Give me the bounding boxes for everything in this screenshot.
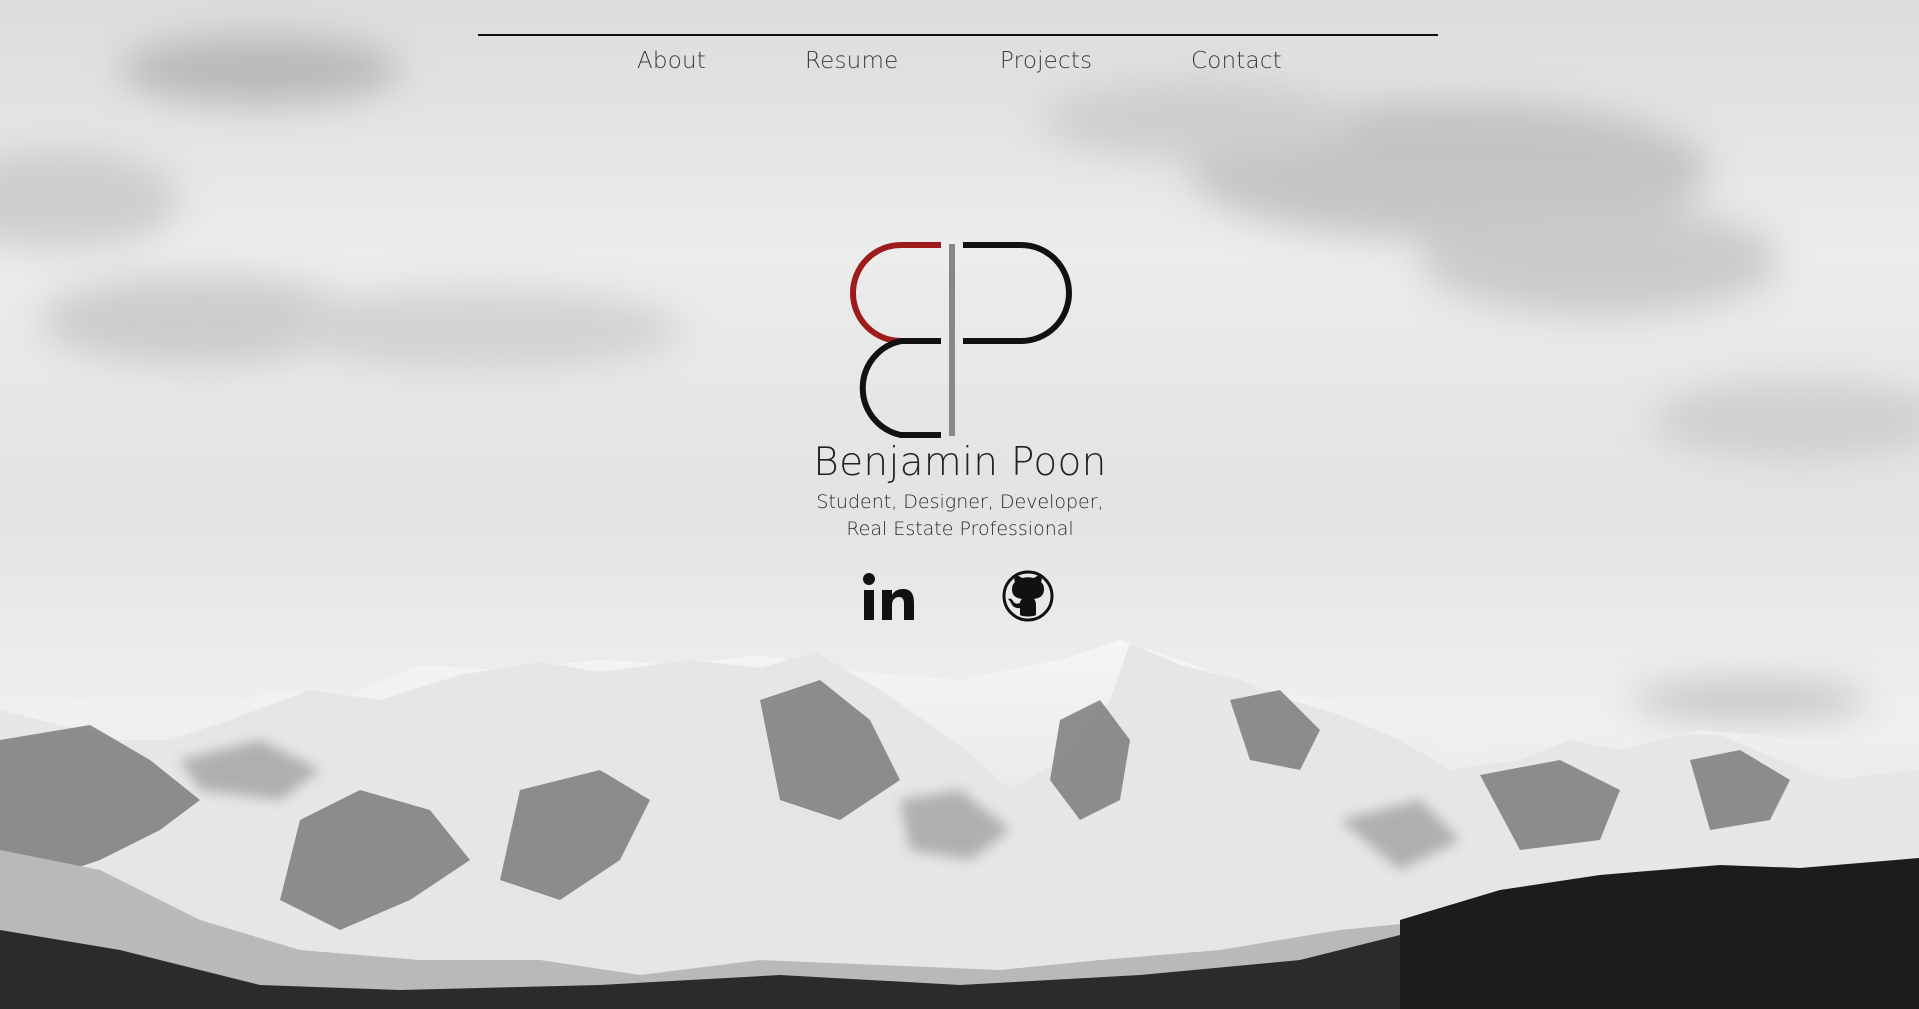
main-navigation: About Resume Projects Contact (478, 34, 1438, 96)
nav-link-contact[interactable]: Contact (1191, 48, 1282, 74)
nav-link-about[interactable]: About (637, 48, 706, 74)
linkedin-icon (863, 573, 914, 620)
nav-link-resume[interactable]: Resume (805, 48, 898, 74)
tagline-line-2: Real Estate Professional (846, 518, 1074, 540)
github-link[interactable] (1000, 568, 1056, 628)
page: About Resume Projects Contact Benjamin P… (0, 0, 1919, 1009)
linkedin-link[interactable] (858, 568, 918, 628)
hero-tagline: Student, Designer, Developer, Real Estat… (720, 489, 1200, 543)
github-icon (1002, 570, 1054, 622)
bp-logo (850, 242, 1072, 438)
hero-name: Benjamin Poon (813, 440, 1107, 485)
tagline-line-1: Student, Designer, Developer, (816, 491, 1104, 513)
nav-items: About Resume Projects Contact (478, 48, 1438, 88)
nav-link-projects[interactable]: Projects (1000, 48, 1092, 74)
